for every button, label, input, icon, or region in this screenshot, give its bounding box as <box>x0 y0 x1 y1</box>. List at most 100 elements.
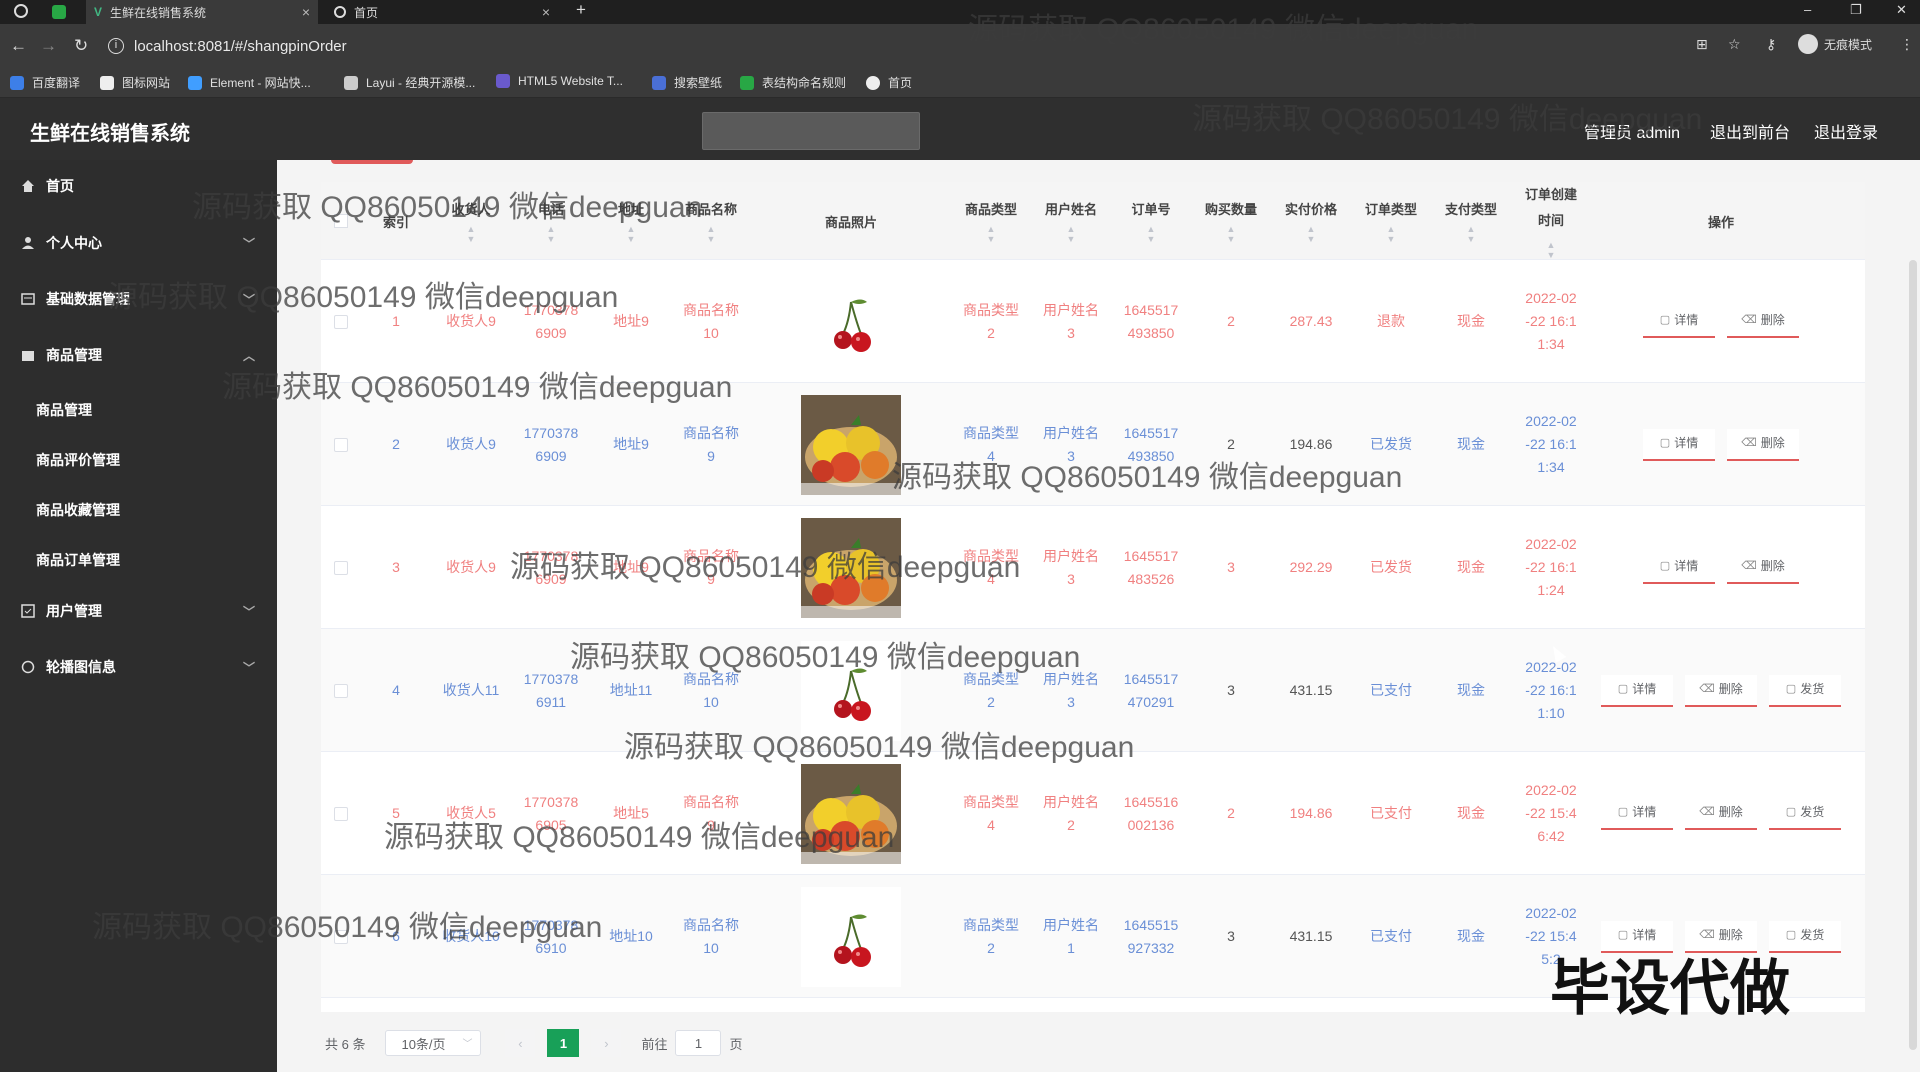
sidebar-item-home[interactable]: 首页 <box>0 166 277 206</box>
header-cell[interactable]: 商品照片 <box>751 182 951 260</box>
sort-icon[interactable]: ▲ ▼ <box>1547 240 1556 260</box>
detail-button[interactable]: ▢ 详情 <box>1643 551 1715 584</box>
key-icon[interactable]: ⚷ <box>1766 36 1776 53</box>
new-tab-button[interactable]: + <box>576 0 586 20</box>
info-icon[interactable]: i <box>108 38 124 54</box>
back-to-front-link[interactable]: 退出到前台 <box>1710 119 1790 143</box>
sidebar-item-profile[interactable]: 个人中心 ﹀ <box>0 223 277 263</box>
sidebar: 首页 个人中心 ﹀ 基础数据管理 ﹀ 商品管理 ︿ 商品管理 商品评价管理 商品… <box>0 160 277 1072</box>
table-row[interactable]: 3 收货人9 1770378 6909 地址9 商品名称 9 商品类型 4 用户姓名 3 164551… <box>321 506 1865 629</box>
header-checkbox[interactable] <box>331 182 351 260</box>
header-cell[interactable]: 商品类型 ▲ ▼ <box>951 182 1031 260</box>
header-cell[interactable]: 购买数量 ▲ ▼ <box>1191 182 1271 260</box>
sort-icon[interactable]: ▲ ▼ <box>467 224 476 244</box>
prev-page-button[interactable]: ‹ <box>505 1029 536 1057</box>
cell-text: -22 16:1 <box>1525 682 1577 698</box>
header-cell[interactable]: 订单类型 ▲ ▼ <box>1351 182 1431 260</box>
delete-button[interactable]: ⌫ 删除 <box>1727 428 1799 461</box>
table-row[interactable]: 2 收货人9 1770378 6909 地址9 商品名称 9 商品类型 4 用户姓名 3 164551… <box>321 383 1865 506</box>
table-row[interactable]: 1 收货人9 1770378 6909 地址9 商品名称 10 商品类型 2 用户姓名 3 16455… <box>321 260 1865 383</box>
sidebar-item-carousel[interactable]: 轮播图信息 ﹀ <box>0 647 277 687</box>
restore-icon[interactable]: ❐ <box>1850 2 1862 18</box>
sidebar-item-goods[interactable]: 商品管理 ︿ <box>0 335 277 375</box>
close-tab-icon[interactable]: × <box>542 4 550 20</box>
menu-dots-icon[interactable]: ⋮ <box>1900 36 1914 53</box>
sidebar-sub-goods[interactable]: 商品管理 <box>36 400 92 420</box>
url-field[interactable]: i localhost:8081/#/shangpinOrder <box>108 32 1668 60</box>
header-search-box[interactable] <box>702 112 920 150</box>
tab-active[interactable]: V 生鲜在线销售系统 × <box>86 0 318 24</box>
header-cell[interactable]: 地址 ▲ ▼ <box>591 182 671 260</box>
row-checkbox[interactable] <box>331 875 351 998</box>
sort-icon[interactable]: ▲ ▼ <box>707 224 716 244</box>
translate-icon[interactable]: ⊞ <box>1696 36 1708 53</box>
table-row[interactable]: 5 收货人5 1770378 6905 地址5 商品名称 9 商品类型 4 用户姓名 2 164551… <box>321 752 1865 875</box>
row-checkbox[interactable] <box>331 629 351 752</box>
bookmark-item[interactable]: 图标网站 <box>100 74 170 91</box>
reload-icon[interactable]: ↻ <box>74 36 88 56</box>
header-cell[interactable]: 订单创建时间 ▲ ▼ <box>1511 182 1591 260</box>
detail-button[interactable]: ▢ 详情 <box>1601 674 1673 707</box>
bookmark-item[interactable]: 搜索壁纸 <box>652 74 722 91</box>
detail-button[interactable]: ▢ 详情 <box>1643 305 1715 338</box>
header-cell[interactable]: 订单号 ▲ ▼ <box>1111 182 1191 260</box>
bookmark-item[interactable]: 百度翻译 <box>10 74 80 91</box>
sidebar-sub-reviews[interactable]: 商品评价管理 <box>36 450 120 470</box>
sort-icon[interactable]: ▲ ▼ <box>1227 224 1236 244</box>
header-cell[interactable]: 用户姓名 ▲ ▼ <box>1031 182 1111 260</box>
header-cell[interactable]: 商品名称 ▲ ▼ <box>671 182 751 260</box>
detail-button[interactable]: ▢ 详情 <box>1601 797 1673 830</box>
detail-button[interactable]: ▢ 详情 <box>1643 428 1715 461</box>
bookmark-item[interactable]: Element - 网站快... <box>188 74 311 91</box>
cell-pay: 现金 <box>1431 260 1511 383</box>
star-icon[interactable]: ☆ <box>1728 36 1741 53</box>
sort-icon[interactable]: ▲ ▼ <box>1307 224 1316 244</box>
sidebar-sub-favorites[interactable]: 商品收藏管理 <box>36 500 120 520</box>
sidebar-item-basedata[interactable]: 基础数据管理 ﹀ <box>0 279 277 319</box>
page-size-select[interactable]: 10条/页 ﹀ <box>385 1030 482 1056</box>
table-row[interactable]: 4 收货人11 1770378 6911 地址11 商品名称 10 商品类型 2 用户姓名 3 164… <box>321 629 1865 752</box>
header-cell[interactable]: 支付类型 ▲ ▼ <box>1431 182 1511 260</box>
bookmark-item[interactable]: Layui - 经典开源模... <box>344 74 475 91</box>
sort-icon[interactable]: ▲ ▼ <box>1387 224 1396 244</box>
sort-icon[interactable]: ▲ ▼ <box>627 224 636 244</box>
sort-icon[interactable]: ▲ ▼ <box>1467 224 1476 244</box>
row-checkbox[interactable] <box>331 752 351 875</box>
delete-button[interactable]: ⌫ 删除 <box>1685 674 1757 707</box>
ship-button[interactable]: ▢ 发货 <box>1769 674 1841 707</box>
header-cell[interactable]: 索引 <box>361 182 431 260</box>
bookmark-item[interactable]: 表结构命名规则 <box>740 74 846 91</box>
sort-icon[interactable]: ▲ ▼ <box>1067 224 1076 244</box>
delete-button[interactable]: ⌫ 删除 <box>1727 305 1799 338</box>
bookmark-item[interactable]: HTML5 Website T... <box>496 74 623 88</box>
header-cell[interactable]: 电话 ▲ ▼ <box>511 182 591 260</box>
users-icon <box>20 603 36 619</box>
minimize-icon[interactable]: – <box>1804 2 1811 17</box>
bookmark-item[interactable]: 首页 <box>866 74 912 91</box>
sort-icon[interactable]: ▲ ▼ <box>1147 224 1156 244</box>
sidebar-item-users[interactable]: 用户管理 ﹀ <box>0 591 277 631</box>
forward-icon[interactable]: → <box>40 36 57 56</box>
logout-link[interactable]: 退出登录 <box>1814 119 1878 143</box>
row-checkbox[interactable] <box>331 260 351 383</box>
page-number-active[interactable]: 1 <box>547 1029 580 1057</box>
row-checkbox[interactable] <box>331 383 351 506</box>
goto-page-input[interactable]: 1 <box>675 1030 722 1056</box>
cell-text: 商品类型 <box>963 424 1019 441</box>
delete-button[interactable]: ⌫ 删除 <box>1685 797 1757 830</box>
next-page-button[interactable]: › <box>591 1029 622 1057</box>
vertical-scrollbar[interactable] <box>1909 260 1917 1050</box>
close-tab-icon[interactable]: × <box>302 4 310 20</box>
header-cell[interactable]: 收货人 ▲ ▼ <box>431 182 511 260</box>
header-cell[interactable]: 实付价格 ▲ ▼ <box>1271 182 1351 260</box>
row-checkbox[interactable] <box>331 506 351 629</box>
sidebar-sub-orders[interactable]: 商品订单管理 <box>36 550 120 570</box>
window-close-icon[interactable]: ✕ <box>1896 2 1907 18</box>
tab-home[interactable]: 首页 × <box>326 0 558 24</box>
sort-icon[interactable]: ▲ ▼ <box>987 224 996 244</box>
ship-button[interactable]: ▢ 发货 <box>1769 797 1841 830</box>
delete-button[interactable]: ⌫ 删除 <box>1727 551 1799 584</box>
incognito-profile[interactable]: 无痕模式 <box>1798 34 1872 54</box>
back-icon[interactable]: ← <box>10 36 27 56</box>
sort-icon[interactable]: ▲ ▼ <box>547 224 556 244</box>
